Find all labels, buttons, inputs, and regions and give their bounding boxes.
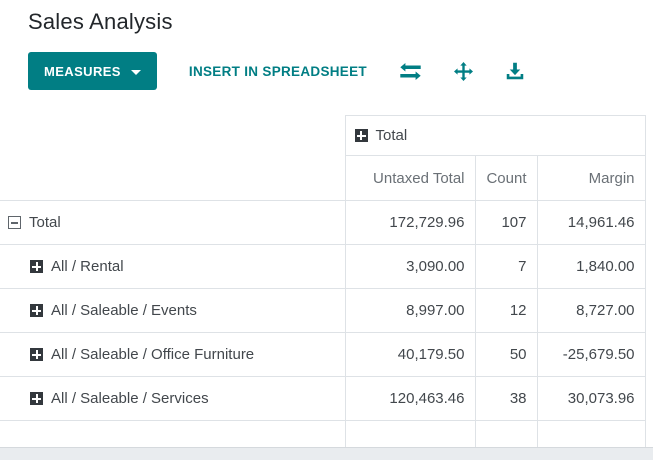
cell-count: 12 bbox=[474, 288, 538, 333]
cell-untaxed-total: 120,463.46 bbox=[344, 376, 476, 421]
table-row: All / Saleable / Services 120,463.46 38 … bbox=[0, 376, 646, 421]
cell-margin: 14,961.46 bbox=[536, 200, 646, 245]
table-row: All / Saleable / Events 8,997.00 12 8,72… bbox=[0, 288, 646, 333]
collapse-row-icon[interactable] bbox=[8, 216, 21, 229]
expand-row-icon[interactable] bbox=[30, 304, 43, 317]
measures-label: MEASURES bbox=[44, 63, 121, 79]
cell-count: 7 bbox=[474, 244, 538, 289]
row-header-cell[interactable]: All / Saleable / Office Furniture bbox=[0, 332, 346, 377]
download-button[interactable] bbox=[506, 62, 524, 80]
cell-untaxed-total: 8,997.00 bbox=[344, 288, 476, 333]
header-count[interactable]: Count bbox=[474, 155, 538, 201]
table-row: Total 172,729.96 107 14,961.46 bbox=[0, 200, 646, 245]
row-header-cell[interactable]: All / Saleable / Services bbox=[0, 376, 346, 421]
pivot-view: Sales Analysis MEASURES INSERT IN SPREAD… bbox=[0, 0, 653, 460]
table-row: All / Rental 3,090.00 7 1,840.00 bbox=[0, 244, 646, 289]
cell-count: 50 bbox=[474, 332, 538, 377]
expand-row-icon[interactable] bbox=[30, 260, 43, 273]
column-group-label: Total bbox=[375, 127, 408, 144]
cell-margin: 8,727.00 bbox=[536, 288, 646, 333]
blank-header-cell bbox=[0, 155, 345, 201]
page-title: Sales Analysis bbox=[28, 9, 173, 34]
partial-cell bbox=[474, 420, 538, 447]
exchange-arrows-icon bbox=[400, 62, 421, 80]
row-header-cell[interactable]: All / Rental bbox=[0, 244, 346, 289]
bottom-divider bbox=[0, 447, 653, 460]
row-label: All / Saleable / Events bbox=[51, 302, 197, 319]
column-group-total[interactable]: Total bbox=[344, 115, 646, 156]
flip-axis-button[interactable] bbox=[400, 62, 421, 80]
insert-in-spreadsheet-button[interactable]: INSERT IN SPREADSHEET bbox=[189, 64, 367, 79]
row-label: Total bbox=[29, 214, 61, 231]
table-row: All / Saleable / Office Furniture 40,179… bbox=[0, 332, 646, 377]
cell-margin: -25,679.50 bbox=[536, 332, 646, 377]
expand-row-icon[interactable] bbox=[30, 348, 43, 361]
expand-column-icon[interactable] bbox=[354, 129, 368, 142]
cell-margin: 1,840.00 bbox=[536, 244, 646, 289]
cell-count: 38 bbox=[474, 376, 538, 421]
measures-button[interactable]: MEASURES bbox=[28, 52, 157, 90]
partial-row bbox=[0, 420, 646, 447]
header-margin[interactable]: Margin bbox=[536, 155, 646, 201]
partial-cell bbox=[344, 420, 476, 447]
pivot-table: Total Untaxed Total Count Margin Total 1… bbox=[0, 115, 646, 447]
cell-untaxed-total: 40,179.50 bbox=[344, 332, 476, 377]
measure-header-row: Untaxed Total Count Margin bbox=[0, 155, 646, 201]
cell-untaxed-total: 172,729.96 bbox=[344, 200, 476, 245]
column-group-row: Total bbox=[0, 115, 646, 156]
download-icon bbox=[506, 62, 524, 80]
cell-untaxed-total: 3,090.00 bbox=[344, 244, 476, 289]
move-arrows-icon bbox=[453, 61, 473, 81]
row-label: All / Saleable / Services bbox=[51, 390, 209, 407]
row-label: All / Rental bbox=[51, 258, 124, 275]
expand-all-button[interactable] bbox=[453, 61, 473, 81]
partial-row-header bbox=[0, 420, 346, 447]
caret-down-icon bbox=[130, 69, 141, 75]
header-untaxed-total[interactable]: Untaxed Total bbox=[344, 155, 476, 201]
cell-margin: 30,073.96 bbox=[536, 376, 646, 421]
row-header-cell[interactable]: All / Saleable / Events bbox=[0, 288, 346, 333]
row-label: All / Saleable / Office Furniture bbox=[51, 346, 255, 363]
toolbar: MEASURES INSERT IN SPREADSHEET bbox=[28, 52, 653, 90]
expand-row-icon[interactable] bbox=[30, 392, 43, 405]
top-left-blank-cell bbox=[0, 115, 345, 156]
row-header-cell[interactable]: Total bbox=[0, 200, 346, 245]
partial-cell bbox=[536, 420, 646, 447]
cell-count: 107 bbox=[474, 200, 538, 245]
